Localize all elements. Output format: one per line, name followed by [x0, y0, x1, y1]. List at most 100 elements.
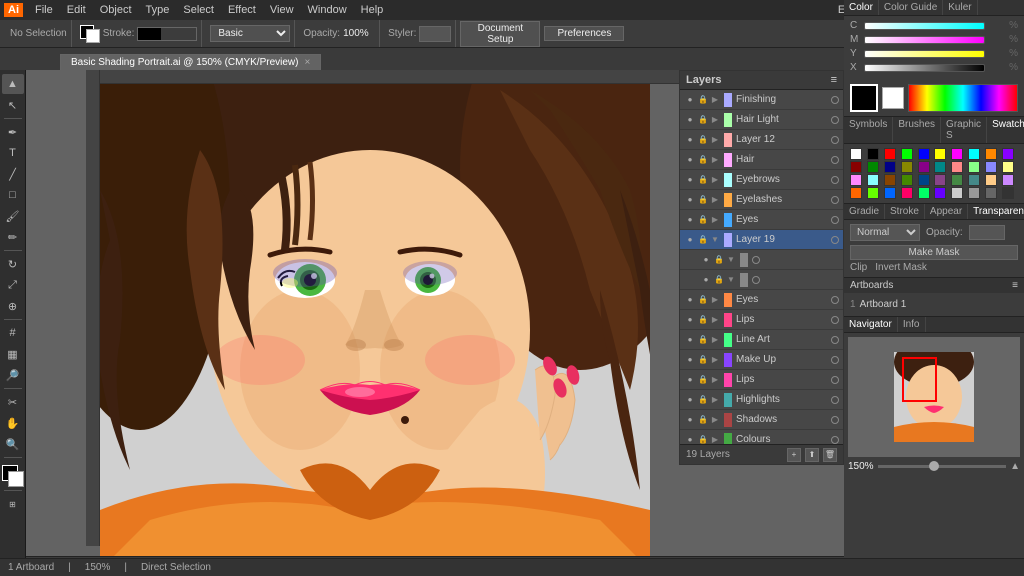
shape-tool[interactable]: □: [2, 185, 24, 205]
menu-type[interactable]: Type: [140, 3, 176, 17]
layer-visibility-icon[interactable]: ●: [684, 414, 696, 426]
layer-target-dot[interactable]: [831, 176, 839, 184]
layer-expand-icon[interactable]: ▼: [726, 275, 736, 285]
layer-target-dot[interactable]: [752, 256, 760, 264]
color-swatch[interactable]: [934, 161, 946, 173]
layer-target-dot[interactable]: [831, 136, 839, 144]
color-swatch[interactable]: [951, 187, 963, 199]
color-spectrum[interactable]: [908, 84, 1018, 112]
layer-target-dot[interactable]: [831, 296, 839, 304]
layer-target-dot[interactable]: [831, 436, 839, 444]
color-swatch[interactable]: [934, 187, 946, 199]
layer-lock-icon[interactable]: 🔒: [698, 375, 708, 385]
layer-row[interactable]: ● 🔒 ▶ Lips: [680, 370, 843, 390]
tab-kuler[interactable]: Kuler: [943, 0, 977, 15]
make-mask-button[interactable]: Make Mask: [850, 245, 1018, 260]
color-swatch[interactable]: [867, 174, 879, 186]
layer-lock-icon[interactable]: 🔒: [698, 295, 708, 305]
layer-visibility-icon[interactable]: ●: [684, 194, 696, 206]
layer-row[interactable]: ● 🔒 ▼: [680, 250, 843, 270]
tab-transparency[interactable]: Transparency: [968, 204, 1024, 219]
layer-lock-icon[interactable]: 🔒: [714, 275, 724, 285]
zoom-tool[interactable]: 🔍: [2, 434, 24, 454]
layer-visibility-icon[interactable]: ●: [684, 134, 696, 146]
layer-expand-icon[interactable]: ▶: [710, 415, 720, 425]
layer-expand-icon[interactable]: ▶: [710, 395, 720, 405]
layer-visibility-icon[interactable]: ●: [700, 254, 712, 266]
layer-visibility-icon[interactable]: ●: [684, 354, 696, 366]
color-swatch[interactable]: [918, 174, 930, 186]
layer-row[interactable]: ● 🔒 ▶ Highlights: [680, 390, 843, 410]
opacity-input[interactable]: 100%: [969, 225, 1005, 240]
layer-target-dot[interactable]: [831, 396, 839, 404]
layer-target-dot[interactable]: [831, 116, 839, 124]
layer-target-dot[interactable]: [831, 196, 839, 204]
color-swatch[interactable]: [934, 148, 946, 160]
color-swatch[interactable]: [884, 148, 896, 160]
screen-mode[interactable]: ⊞: [2, 494, 24, 514]
layer-visibility-icon[interactable]: ●: [684, 294, 696, 306]
color-swatch[interactable]: [985, 187, 997, 199]
layer-visibility-icon[interactable]: ●: [684, 114, 696, 126]
layer-expand-icon[interactable]: ▶: [710, 315, 720, 325]
blend-tool[interactable]: ⊕: [2, 296, 24, 316]
layer-row[interactable]: ● 🔒 ▶ Eyes: [680, 290, 843, 310]
navigator-zoom-slider[interactable]: [878, 465, 1007, 468]
color-swatch[interactable]: [918, 161, 930, 173]
menu-select[interactable]: Select: [177, 3, 220, 17]
pencil-tool[interactable]: ✏: [2, 227, 24, 247]
layer-expand-icon[interactable]: ▼: [710, 235, 720, 245]
scale-tool[interactable]: ⤢: [2, 275, 24, 295]
color-swatch[interactable]: [1002, 174, 1014, 186]
layer-row[interactable]: ● 🔒 ▼: [680, 270, 843, 290]
layer-row[interactable]: ● 🔒 ▼ Layer 19: [680, 230, 843, 250]
layer-visibility-icon[interactable]: ●: [684, 214, 696, 226]
direct-selection-tool[interactable]: ↖: [2, 95, 24, 115]
layer-visibility-icon[interactable]: ●: [684, 234, 696, 246]
layer-expand-icon[interactable]: ▶: [710, 335, 720, 345]
color-swatch[interactable]: [867, 148, 879, 160]
layer-visibility-icon[interactable]: ●: [700, 274, 712, 286]
color-swatch[interactable]: [850, 148, 862, 160]
menu-object[interactable]: Object: [94, 3, 138, 17]
menu-file[interactable]: File: [29, 3, 59, 17]
layer-lock-icon[interactable]: 🔒: [698, 115, 708, 125]
layer-lock-icon[interactable]: 🔒: [698, 235, 708, 245]
layer-row[interactable]: ● 🔒 ▶ Hair Light: [680, 110, 843, 130]
layer-expand-icon[interactable]: ▶: [710, 195, 720, 205]
doc-setup-button[interactable]: Document Setup: [460, 21, 540, 47]
layer-lock-icon[interactable]: 🔒: [698, 335, 708, 345]
tab-symbols[interactable]: Symbols: [844, 117, 893, 143]
layer-visibility-icon[interactable]: ●: [684, 154, 696, 166]
layer-visibility-icon[interactable]: ●: [684, 374, 696, 386]
preferences-button[interactable]: Preferences: [544, 26, 624, 41]
layer-row[interactable]: ● 🔒 ▶ Shadows: [680, 410, 843, 430]
color-swatch[interactable]: [1002, 161, 1014, 173]
layer-visibility-icon[interactable]: ●: [684, 174, 696, 186]
color-swatch[interactable]: [934, 174, 946, 186]
color-swatch[interactable]: [968, 148, 980, 160]
rotate-tool[interactable]: ↻: [2, 254, 24, 274]
tab-navigator[interactable]: Navigator: [844, 317, 898, 332]
tab-color-guide[interactable]: Color Guide: [879, 0, 943, 15]
color-swatch[interactable]: [884, 187, 896, 199]
color-swatch[interactable]: [901, 148, 913, 160]
selection-tool[interactable]: ▲: [2, 74, 24, 94]
layer-expand-icon[interactable]: ▶: [710, 435, 720, 445]
cmyk-c-slider[interactable]: [864, 22, 985, 30]
layer-lock-icon[interactable]: 🔒: [698, 175, 708, 185]
gradient-tool[interactable]: ▦: [2, 344, 24, 364]
navigator-zoom-handle[interactable]: [929, 461, 939, 471]
layer-lock-icon[interactable]: 🔒: [698, 215, 708, 225]
color-swatch[interactable]: [951, 148, 963, 160]
layer-row[interactable]: ● 🔒 ▶ Eyes: [680, 210, 843, 230]
layer-target-dot[interactable]: [831, 216, 839, 224]
color-swatch[interactable]: [918, 187, 930, 199]
delete-layer-icon[interactable]: 🗑: [823, 448, 837, 462]
pen-tool[interactable]: ✒: [2, 122, 24, 142]
layer-target-dot[interactable]: [752, 276, 760, 284]
color-swatch[interactable]: [867, 187, 879, 199]
layer-lock-icon[interactable]: 🔒: [698, 355, 708, 365]
tab-gradient[interactable]: Gradie: [844, 204, 885, 219]
mesh-tool[interactable]: #: [2, 323, 24, 343]
